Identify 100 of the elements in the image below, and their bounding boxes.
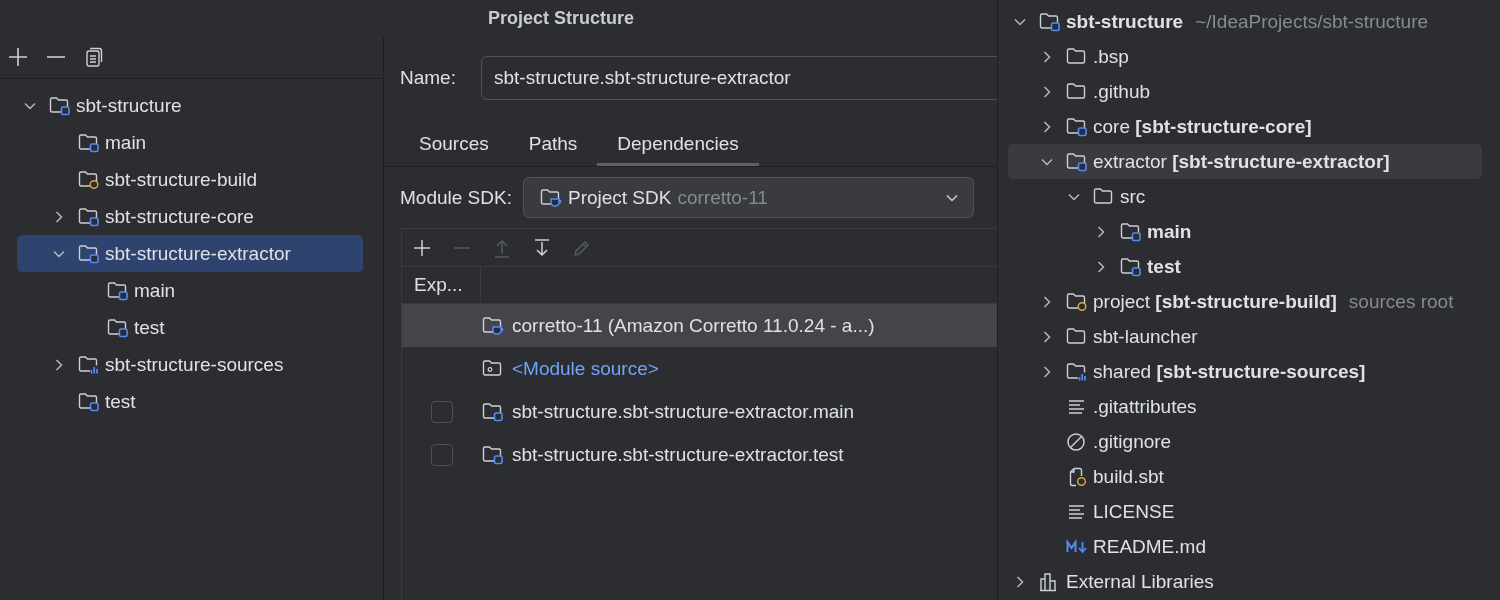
resource-folder-icon [78, 354, 100, 375]
dependency-row[interactable]: corretto-11 (Amazon Corretto 11.0.24 - a...) [402, 304, 997, 347]
tree-item[interactable]: test [17, 309, 363, 346]
dependency-name: sbt-structure.sbt-structure-extractor.test [512, 443, 844, 466]
tree-item[interactable]: main [1008, 214, 1482, 249]
item-label: extractor [sbt-structure-extractor] [1093, 150, 1390, 173]
tree-item[interactable]: extractor [sbt-structure-extractor] [1008, 144, 1482, 179]
module-sdk-label: Module SDK: [400, 186, 512, 209]
item-label: sbt-structure [1066, 10, 1184, 33]
item-label: shared [sbt-structure-sources] [1093, 360, 1366, 383]
item-label: LICENSE [1093, 500, 1175, 523]
cup-folder-icon [482, 315, 504, 336]
tab[interactable]: Sources [399, 124, 509, 166]
folder-icon [1066, 46, 1088, 67]
item-label: .bsp [1093, 45, 1129, 68]
resource-folder-icon [1066, 361, 1088, 382]
item-label: project [sbt-structure-build] [1093, 290, 1337, 313]
module-folder-icon [78, 391, 100, 412]
item-label: sbt-structure-build [105, 168, 258, 191]
move-down-icon[interactable] [532, 237, 552, 258]
item-label: test [134, 316, 165, 339]
tab[interactable]: Paths [508, 124, 598, 166]
tree-item[interactable]: .gitattributes [1008, 389, 1482, 424]
tree-item[interactable]: .gitignore [1008, 424, 1482, 459]
item-label: sbt-launcher [1093, 325, 1198, 348]
folder-icon [1066, 81, 1088, 102]
tree-item[interactable]: project [sbt-structure-build] sources root [1008, 284, 1482, 319]
sdk-name: Project SDK [567, 186, 672, 209]
add-icon[interactable] [8, 47, 28, 67]
item-label: .gitattributes [1093, 395, 1197, 418]
module-folder-icon [49, 95, 71, 116]
sdk-version: corretto-11 [677, 186, 768, 209]
add-icon[interactable] [412, 237, 432, 258]
module-folder-icon [1120, 256, 1142, 277]
dependency-row[interactable]: <Module source> [402, 347, 997, 390]
module-folder-icon [1066, 116, 1088, 137]
tree-item[interactable]: main [17, 272, 363, 309]
cup-folder-icon [539, 187, 562, 208]
dialog-title: Project Structure [487, 6, 636, 30]
tree-item[interactable]: .bsp [1008, 39, 1482, 74]
tree-item[interactable]: sbt-structure-core [17, 198, 363, 235]
copy-icon[interactable] [84, 47, 104, 67]
module-folder-icon [1066, 151, 1088, 172]
tree-item[interactable]: sbt-launcher [1008, 319, 1482, 354]
checkbox[interactable] [431, 443, 453, 466]
prohibited-icon [1066, 431, 1088, 452]
tree-item[interactable]: sbt-structure-build [17, 161, 363, 198]
module-folder-icon [107, 280, 129, 301]
item-label: sbt-structure-core [105, 205, 254, 228]
module-folder-icon [78, 206, 100, 227]
item-label: test [105, 390, 136, 413]
item-label: sbt-structure [76, 94, 182, 117]
column-header[interactable]: Exp... [402, 267, 481, 303]
tree-item[interactable]: core [sbt-structure-core] [1008, 109, 1482, 144]
tree-item[interactable]: src [1008, 179, 1482, 214]
dependency-name: <Module source> [512, 357, 659, 380]
module-folder-icon [482, 444, 504, 465]
module-folder-icon [107, 317, 129, 338]
name-label: Name: [400, 67, 457, 89]
module-sdk-dropdown[interactable]: Project SDK corretto-11 [522, 177, 974, 218]
folder-icon [482, 358, 504, 379]
item-label: main [1147, 220, 1192, 243]
item-label: .github [1093, 80, 1151, 103]
dependency-row[interactable]: sbt-structure.sbt-structure-extractor.main [402, 390, 997, 433]
tree-item[interactable]: shared [sbt-structure-sources] [1008, 354, 1482, 389]
dependency-name: corretto-11 (Amazon Corretto 11.0.24 - a...) [512, 314, 875, 337]
path-hint: ~/IdeaProjects/sbt-structure [1195, 10, 1429, 33]
tree-item[interactable]: LICENSE [1008, 494, 1482, 529]
item-label: core [sbt-structure-core] [1093, 115, 1312, 138]
tree-item[interactable]: .github [1008, 74, 1482, 109]
tree-item[interactable]: README.md [1008, 529, 1482, 564]
dependency-row[interactable]: sbt-structure.sbt-structure-extractor.test [402, 433, 997, 476]
item-label: External Libraries [1066, 570, 1214, 593]
tree-item[interactable]: sbt-structure-sources [17, 346, 363, 383]
build-folder-icon [1066, 291, 1088, 312]
dependency-name: sbt-structure.sbt-structure-extractor.main [512, 400, 855, 423]
item-label: main [134, 279, 176, 302]
tree-item[interactable]: test [1008, 249, 1482, 284]
item-label: build.sbt [1093, 465, 1164, 488]
tree-item[interactable]: build.sbt [1008, 459, 1482, 494]
item-label: README.md [1093, 535, 1206, 558]
tree-item[interactable]: sbt-structure-extractor [17, 235, 363, 272]
tree-item[interactable]: sbt-structure ~/IdeaProjects/sbt-structure [1008, 4, 1482, 39]
tree-item[interactable]: test [17, 383, 363, 420]
item-label: main [105, 131, 147, 154]
folder-icon [1093, 186, 1115, 207]
module-folder-icon [482, 401, 504, 422]
tree-item[interactable]: External Libraries [1008, 564, 1482, 599]
path-hint: sources root [1348, 290, 1454, 313]
module-folder-icon [78, 132, 100, 153]
item-label: sbt-structure-sources [105, 353, 284, 376]
item-label: src [1120, 185, 1146, 208]
module-folder-icon [1120, 221, 1142, 242]
tree-item[interactable]: sbt-structure [17, 87, 363, 124]
module-folder-icon [1039, 11, 1061, 32]
checkbox[interactable] [431, 400, 453, 423]
build-folder-icon [78, 169, 100, 190]
tab[interactable]: Dependencies [597, 124, 759, 166]
tree-item[interactable]: main [17, 124, 363, 161]
name-field[interactable]: sbt-structure.sbt-structure-extractor [481, 56, 997, 100]
